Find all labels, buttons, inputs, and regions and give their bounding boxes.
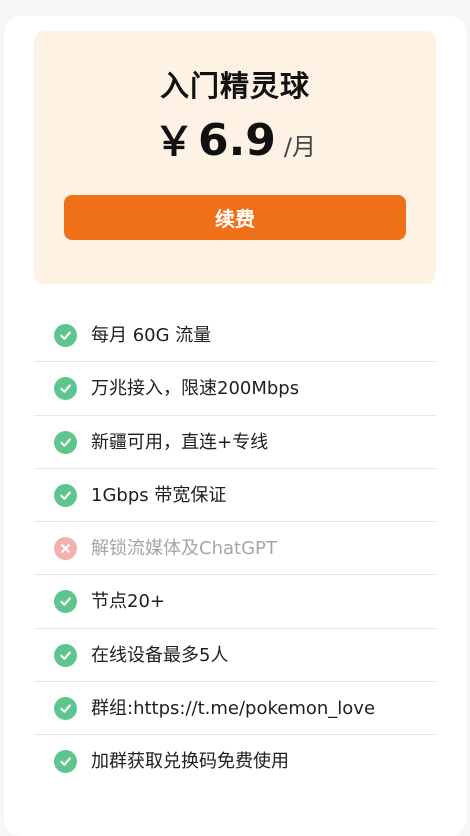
check-icon [54,750,77,774]
feature-item: 在线设备最多5人 [34,629,436,683]
currency-symbol: ￥ [153,119,194,165]
check-icon [54,643,77,667]
feature-item: 万兆接入，限速200Mbps [34,362,436,416]
check-icon [54,377,77,401]
feature-text: 每月 60G 流量 [91,325,212,346]
cross-icon [54,537,77,561]
feature-text: 新疆可用，直连+专线 [91,431,269,453]
feature-text: 解锁流媒体及ChatGPT [91,538,277,560]
price: ￥6.9/月 [34,109,436,167]
feature-item: 加群获取兑换码免费使用 [34,735,436,788]
feature-text: 万兆接入，限速200Mbps [91,378,300,400]
check-icon [54,483,77,507]
feature-text: 加群获取兑换码免费使用 [91,751,289,773]
price-period: /月 [283,133,317,161]
price-amount: 6.9 [197,115,276,166]
feature-item: 群组:https://t.me/pokemon_love [34,682,436,736]
plan-header: 入门精灵球 ￥6.9/月 续费 [34,31,436,284]
feature-text: 群组:https://t.me/pokemon_love [91,698,376,720]
feature-item: 节点20+ [34,575,436,629]
feature-text: 节点20+ [91,591,165,613]
feature-list: 每月 60G 流量 万兆接入，限速200Mbps 新疆可用，直连+专线 1Gbp… [34,309,436,789]
feature-item: 1Gbps 带宽保证 [34,469,436,523]
feature-text: 在线设备最多5人 [91,644,229,666]
plan-card: 入门精灵球 ￥6.9/月 续费 每月 60G 流量 万兆接入，限速200Mbps… [4,16,466,836]
feature-item: 每月 60G 流量 [34,309,436,363]
feature-text: 1Gbps 带宽保证 [91,484,227,506]
check-icon [54,697,77,721]
renew-button[interactable]: 续费 [64,195,406,240]
feature-item: 新疆可用，直连+专线 [34,416,436,469]
check-icon [54,324,77,347]
check-icon [54,430,77,454]
check-icon [54,590,77,614]
feature-item-disabled: 解锁流媒体及ChatGPT [34,522,436,576]
plan-name: 入门精灵球 [159,69,310,103]
